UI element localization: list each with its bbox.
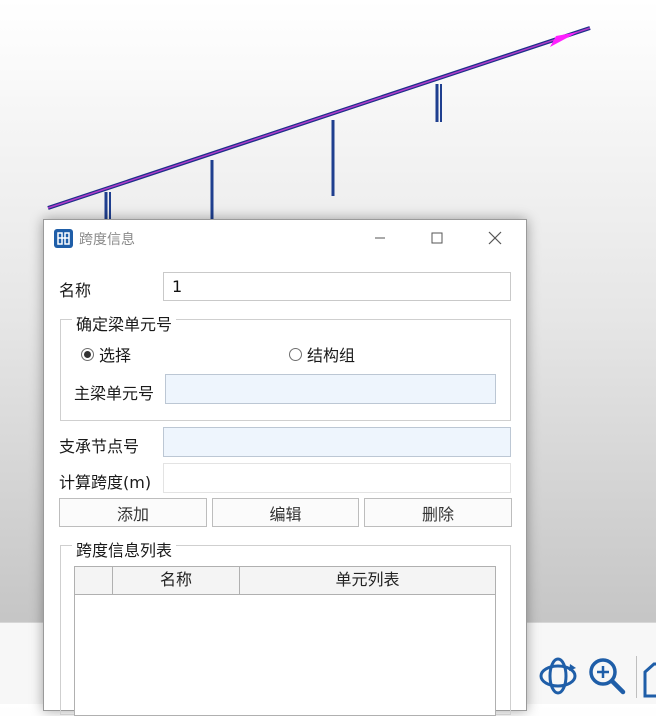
delete-button[interactable]: 删除 [364,498,512,527]
name-label: 名称 [59,281,92,300]
span-list-legend: 跨度信息列表 [72,537,177,561]
span-info-dialog: 跨度信息 名称 确定梁单元号 选择 结构组 主梁单元号 支承节点号 计算跨度(m… [43,219,527,716]
close-button[interactable] [480,226,510,250]
direction-arrow-icon [550,32,578,47]
dialog-title: 跨度信息 [79,232,135,248]
radio-select-indicator[interactable] [81,347,94,361]
toolbar-separator [636,656,637,698]
minimize-button[interactable] [365,226,395,250]
name-input[interactable] [163,272,511,301]
support-node-input[interactable] [163,427,511,457]
beam-line-highlight [47,27,591,209]
table-header: 名称 单元列表 [75,567,495,595]
radio-structure-group-label: 结构组 [307,346,356,365]
zoom-in-icon[interactable] [585,654,629,698]
minimize-icon [375,237,385,239]
column-header-element-list[interactable]: 单元列表 [240,567,495,594]
radio-select-label: 选择 [99,346,132,365]
support-node-label: 支承节点号 [59,437,140,456]
span-length-input[interactable] [163,463,511,493]
edit-button[interactable]: 编辑 [212,498,359,527]
main-beam-input[interactable] [165,374,496,404]
beam-model [47,26,591,222]
maximize-icon [431,232,443,244]
add-button[interactable]: 添加 [59,498,207,527]
column-header-index[interactable] [75,567,113,594]
span-list-table[interactable]: 名称 单元列表 [74,566,496,716]
maximize-button[interactable] [422,226,452,250]
main-beam-label: 主梁单元号 [74,384,155,403]
view-box-icon[interactable] [642,660,656,700]
radio-structure-group[interactable]: 结构组 [289,344,356,365]
radio-structure-group-indicator[interactable] [289,347,302,361]
rotate-view-icon[interactable] [536,654,580,698]
column-header-name[interactable]: 名称 [113,567,240,594]
radio-select[interactable]: 选择 [81,344,132,365]
close-icon [488,231,502,245]
beam-element-legend: 确定梁单元号 [72,311,177,335]
app-icon [54,229,73,248]
dialog-titlebar[interactable]: 跨度信息 [44,220,526,256]
span-length-label: 计算跨度(m) [59,473,152,492]
